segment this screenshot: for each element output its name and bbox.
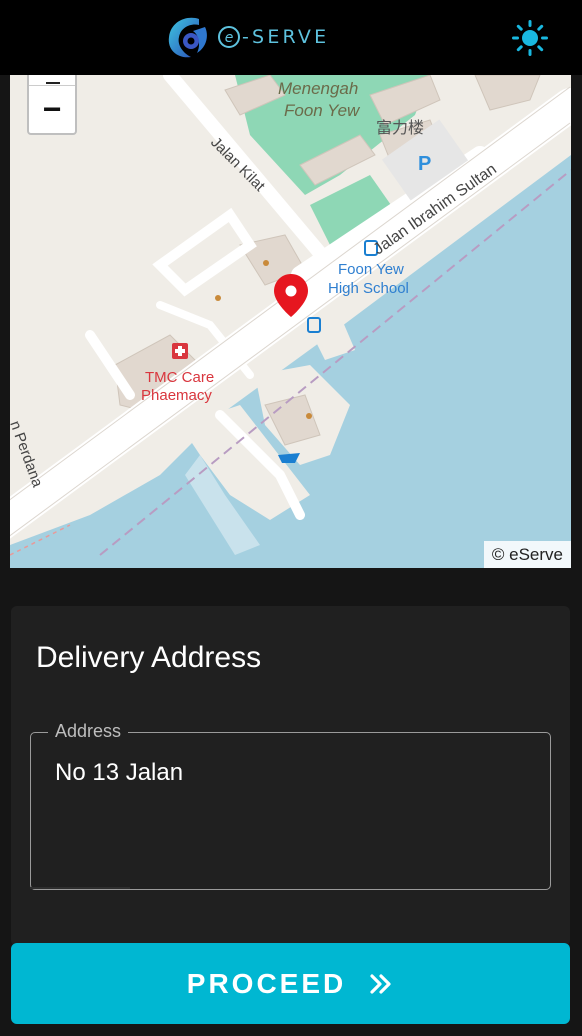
zoom-divider (29, 85, 75, 86)
zoom-in-glyph (46, 82, 60, 84)
ferry-icon (278, 453, 300, 463)
address-field[interactable]: Address No 13 Jalan (30, 721, 551, 890)
sun-icon (512, 20, 548, 56)
proceed-button[interactable]: PROCEED (11, 943, 570, 1024)
field-divider (30, 887, 130, 889)
brand-e-icon: e (218, 26, 240, 48)
map-label-highschool-2: High School (328, 280, 409, 297)
map-label-school-2: Foon Yew (284, 101, 361, 120)
zoom-out-button[interactable]: − (27, 85, 77, 135)
map-label-pharmacy-2: Phaemacy (141, 387, 212, 404)
pharmacy-cross-h (175, 349, 185, 353)
map-tiles[interactable]: Menengah Foon Yew 富力楼 P Jalan Kilat Jala… (10, 75, 571, 568)
map-attribution[interactable]: © eServe (483, 541, 571, 568)
zoom-out-label: − (42, 91, 62, 127)
brand-logo[interactable]: e -SERVE (165, 12, 329, 62)
delivery-address-card: Delivery Address Address No 13 Jalan (11, 606, 570, 946)
proceed-label: PROCEED (186, 967, 347, 999)
theme-toggle-button[interactable] (508, 16, 552, 60)
map-label-pharmacy-1: TMC Care (145, 369, 214, 386)
map-label-highschool-1: Foon Yew (338, 261, 404, 278)
map-label-school-1: Menengah (278, 79, 358, 98)
map-label-parking: P (418, 153, 431, 175)
brand-text: -SERVE (242, 26, 330, 48)
brand-letter: e (225, 30, 234, 46)
eserve-logo-icon (168, 17, 207, 58)
map-label-chinese: 富力楼 (376, 119, 424, 137)
app-header: e -SERVE (0, 0, 582, 75)
location-map[interactable]: Menengah Foon Yew 富力楼 P Jalan Kilat Jala… (10, 75, 571, 568)
address-field-value[interactable]: No 13 Jalan (55, 759, 183, 787)
card-title: Delivery Address (36, 641, 262, 674)
double-chevron-right-icon (370, 973, 391, 994)
zoom-in-button[interactable] (27, 75, 77, 85)
address-field-label: Address (48, 721, 129, 742)
